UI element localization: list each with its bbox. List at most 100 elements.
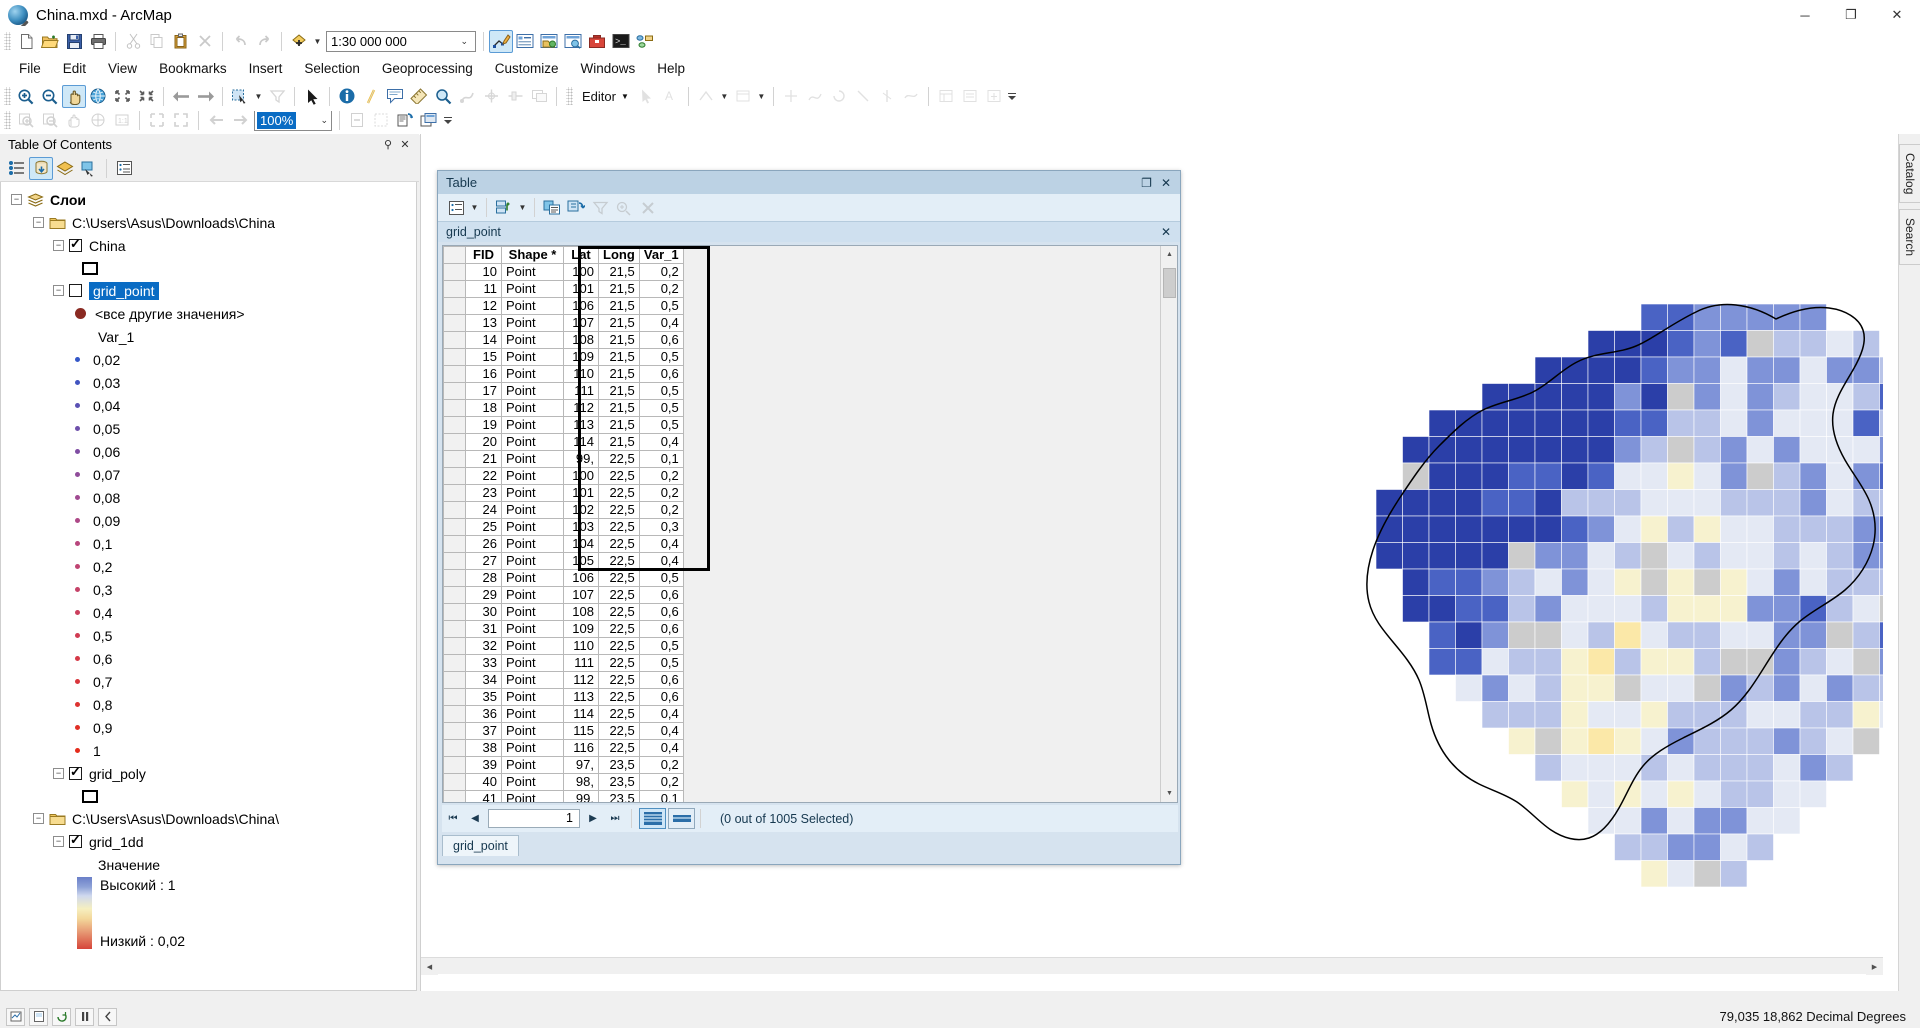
layer-visibility-checkbox[interactable] [69, 284, 82, 297]
row-selector-cell[interactable] [444, 757, 466, 774]
toc-class-item[interactable]: 0,7 [1, 670, 416, 693]
toc-class-item[interactable]: 0,6 [1, 647, 416, 670]
editor-toolbar-icon[interactable] [489, 30, 513, 53]
table-row[interactable]: 22Point10022,50,2 [444, 468, 684, 485]
chevron-down-icon[interactable]: ⌄ [460, 36, 471, 47]
class-symbol-icon[interactable] [75, 610, 80, 615]
model-builder-icon[interactable] [633, 30, 657, 53]
snapping-icon[interactable] [779, 85, 803, 108]
close-icon[interactable]: ✕ [398, 138, 412, 152]
list-by-drawing-order-icon[interactable] [5, 157, 29, 180]
row-selector-cell[interactable] [444, 366, 466, 383]
find-icon[interactable] [431, 85, 455, 108]
toc-class-item[interactable]: 0,06 [1, 440, 416, 463]
identify-icon[interactable] [335, 85, 359, 108]
hyperlink-icon[interactable] [359, 85, 383, 108]
table-row[interactable]: 39Point97,23,50,2 [444, 757, 684, 774]
create-features-window-icon[interactable] [982, 85, 1006, 108]
row-selector-cell[interactable] [444, 400, 466, 417]
last-record-button[interactable]: ⏭ [604, 809, 626, 829]
toc-class-item[interactable]: 0,5 [1, 624, 416, 647]
zoom-to-selected-icon[interactable] [588, 196, 612, 219]
map-scale-combobox[interactable]: 1:30 000 000 ⌄ [326, 31, 476, 52]
layer-visibility-checkbox[interactable] [69, 835, 82, 848]
pause-drawing-icon[interactable] [75, 1008, 94, 1026]
collapse-toggle-icon[interactable]: − [11, 194, 22, 205]
create-features-icon[interactable] [731, 85, 755, 108]
table-row[interactable]: 25Point10322,50,3 [444, 519, 684, 536]
toc-class-item[interactable]: 0,8 [1, 693, 416, 716]
table-row[interactable]: 10Point10021,50,2 [444, 264, 684, 281]
table-row[interactable]: 21Point99,22,50,1 [444, 451, 684, 468]
row-selector-cell[interactable] [444, 553, 466, 570]
collapse-toggle-icon[interactable]: − [53, 768, 64, 779]
row-selector-cell[interactable] [444, 298, 466, 315]
class-symbol-icon[interactable] [75, 472, 80, 477]
add-data-icon[interactable] [287, 30, 311, 53]
toolbar-overflow-button[interactable] [1006, 85, 1019, 107]
search-icon[interactable] [561, 30, 585, 53]
edit-tool-icon[interactable] [635, 85, 659, 108]
row-selector-cell[interactable] [444, 723, 466, 740]
close-icon[interactable]: ✕ [1161, 176, 1171, 190]
row-selector-cell[interactable] [444, 689, 466, 706]
collapse-toggle-icon[interactable]: − [53, 240, 64, 251]
list-by-selection-icon[interactable] [77, 157, 101, 180]
table-row[interactable]: 33Point11122,50,5 [444, 655, 684, 672]
zoom-percent-combobox[interactable]: 100% ⌄ [254, 110, 332, 131]
restore-icon[interactable]: ❐ [1141, 176, 1152, 190]
row-selector-cell[interactable] [444, 774, 466, 791]
row-selector-cell[interactable] [444, 451, 466, 468]
class-symbol-icon[interactable] [75, 564, 80, 569]
toc-class-item[interactable]: 0,4 [1, 601, 416, 624]
table-row[interactable]: 31Point10922,50,6 [444, 621, 684, 638]
toolbar-grip[interactable] [566, 87, 573, 105]
create-features-dropdown-icon[interactable]: ▼ [755, 85, 768, 108]
python-window-icon[interactable]: >_ [609, 30, 633, 53]
scroll-down-icon[interactable]: ▼ [1161, 785, 1178, 802]
row-selector-cell[interactable] [444, 638, 466, 655]
attribute-grid[interactable]: FID Shape * Lat Long Var_1 10Point10021,… [442, 245, 1178, 803]
print-icon[interactable] [86, 30, 110, 53]
full-extent-icon[interactable] [86, 109, 110, 132]
grid-vertical-scrollbar[interactable]: ▲ ▼ [1160, 246, 1177, 802]
row-selector-cell[interactable] [444, 485, 466, 502]
chevron-down-icon[interactable]: ⌄ [320, 115, 331, 126]
zoom-in-icon[interactable] [14, 109, 38, 132]
class-symbol-icon[interactable] [75, 725, 80, 730]
menu-file[interactable]: File [8, 58, 52, 79]
cut-polygons-icon[interactable] [851, 85, 875, 108]
select-elements-icon[interactable] [300, 85, 324, 108]
tab-search[interactable]: Search [1899, 209, 1920, 265]
html-popup-icon[interactable] [383, 85, 407, 108]
redo-icon[interactable] [252, 30, 276, 53]
toolbar-grip[interactable] [4, 87, 11, 105]
class-symbol-icon[interactable] [75, 449, 80, 454]
toc-group-path-1[interactable]: − C:\Users\Asus\Downloads\China [1, 211, 416, 234]
row-selector-cell[interactable] [444, 349, 466, 366]
row-selector-cell[interactable] [444, 740, 466, 757]
first-record-button[interactable]: ⏮ [442, 809, 464, 829]
toc-group-path-2[interactable]: − C:\Users\Asus\Downloads\China\ [1, 807, 416, 830]
toc-class-item[interactable]: 1 [1, 739, 416, 762]
toc-class-item[interactable]: 0,9 [1, 716, 416, 739]
sketch-properties-icon[interactable] [958, 85, 982, 108]
toc-class-item[interactable]: 0,09 [1, 509, 416, 532]
toc-root-node[interactable]: − Слои [1, 188, 416, 211]
layer-visibility-checkbox[interactable] [69, 767, 82, 780]
straight-segment-icon[interactable] [694, 85, 718, 108]
row-selector-cell[interactable] [444, 468, 466, 485]
go-back-icon[interactable] [204, 109, 228, 132]
table-row[interactable]: 40Point98,23,50,2 [444, 774, 684, 791]
class-symbol-icon[interactable] [75, 656, 80, 661]
list-by-visibility-icon[interactable] [53, 157, 77, 180]
hollow-square-symbol-icon[interactable] [82, 262, 98, 275]
copy-icon[interactable] [145, 30, 169, 53]
attributes-icon[interactable] [934, 85, 958, 108]
class-symbol-icon[interactable] [75, 426, 80, 431]
table-row[interactable]: 36Point11422,50,4 [444, 706, 684, 723]
find-route-icon[interactable] [455, 85, 479, 108]
fixed-zoom-out-icon[interactable] [134, 85, 158, 108]
column-header-long[interactable]: Long [599, 247, 640, 264]
catalog-icon[interactable] [537, 30, 561, 53]
